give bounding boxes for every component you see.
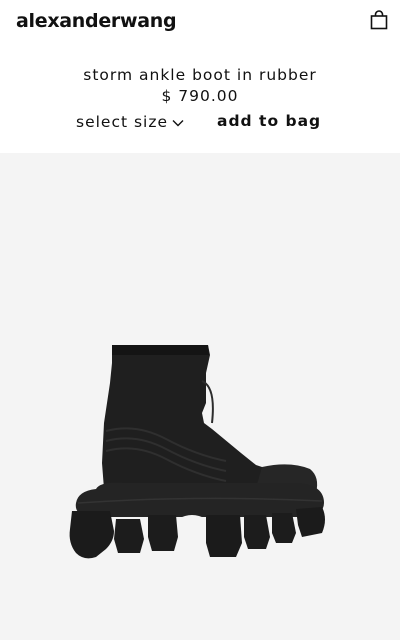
product-actions: select size add to bag xyxy=(0,110,400,134)
select-size-dropdown[interactable]: select size xyxy=(76,110,184,133)
select-size-label: select size xyxy=(76,112,169,131)
product-image-area xyxy=(0,153,400,640)
add-to-bag-button[interactable]: add to bag xyxy=(217,110,321,132)
shopping-bag-icon xyxy=(370,10,388,30)
site-header: alexanderwang xyxy=(0,0,400,44)
chevron-down-icon xyxy=(172,111,184,133)
product-info: storm ankle boot in rubber $ 790.00 xyxy=(0,64,400,106)
product-page: alexanderwang storm ankle boot in rubber… xyxy=(0,0,400,640)
product-image-boot[interactable] xyxy=(66,343,328,565)
shopping-bag-button[interactable] xyxy=(370,10,388,30)
product-price: $ 790.00 xyxy=(161,87,239,105)
brand-logo[interactable]: alexanderwang xyxy=(16,8,177,34)
product-name: storm ankle boot in rubber xyxy=(83,66,317,84)
